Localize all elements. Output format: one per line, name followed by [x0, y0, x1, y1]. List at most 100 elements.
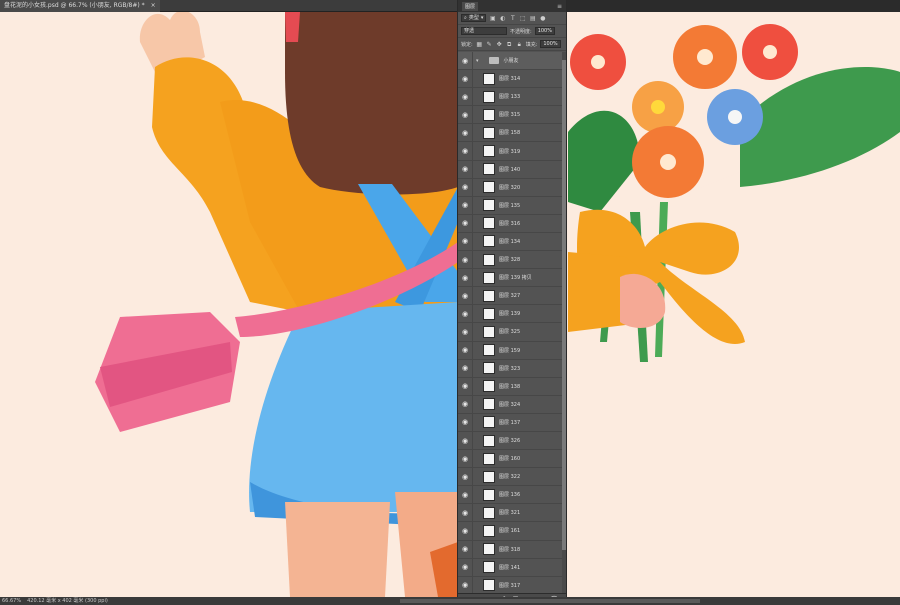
layer-row[interactable]: ◉ 图层 139 拷贝 — [458, 269, 566, 288]
layer-row[interactable]: ◉ 图层 160 — [458, 450, 566, 469]
eye-icon[interactable]: ◉ — [458, 437, 472, 445]
eye-icon[interactable]: ◉ — [458, 581, 472, 589]
layer-thumbnail — [483, 398, 495, 411]
eye-icon[interactable]: ◉ — [458, 256, 472, 264]
illustration — [95, 12, 900, 597]
layer-name: 图层 135 — [499, 202, 521, 209]
eye-icon[interactable]: ◉ — [458, 219, 472, 227]
eye-icon[interactable]: ◉ — [458, 75, 472, 83]
eye-icon[interactable]: ◉ — [458, 491, 472, 499]
filter-smart-icon[interactable]: ▤ — [529, 15, 536, 22]
canvas[interactable] — [0, 12, 900, 597]
layer-row[interactable]: ◉ 图层 137 — [458, 413, 566, 432]
layer-row[interactable]: ◉ 图层 136 — [458, 486, 566, 505]
layer-thumbnail — [483, 271, 495, 284]
eye-icon[interactable]: ◉ — [458, 201, 472, 209]
layer-row[interactable]: ◉ 图层 134 — [458, 232, 566, 252]
layer-row[interactable]: ◉ 图层 135 — [458, 196, 566, 215]
eye-icon[interactable]: ◉ — [458, 93, 472, 101]
eye-icon[interactable]: ◉ — [458, 274, 472, 282]
eye-icon[interactable]: ◉ — [458, 455, 472, 463]
lock-move-icon[interactable]: ✥ — [496, 41, 503, 48]
horizontal-scrollbar[interactable] — [400, 599, 700, 603]
lock-transparency-icon[interactable]: ▦ — [476, 41, 483, 48]
filter-toggle-icon[interactable]: ● — [539, 15, 546, 22]
layer-thumbnail — [483, 452, 495, 465]
eye-icon[interactable]: ◉ — [458, 545, 472, 553]
eye-icon[interactable]: ◉ — [458, 400, 472, 408]
eye-icon[interactable]: ◉ — [458, 165, 472, 173]
layer-row[interactable]: ◉ 图层 314 — [458, 70, 566, 89]
layer-thumbnail — [483, 181, 495, 194]
layer-row[interactable]: ◉ 图层 319 — [458, 142, 566, 161]
eye-icon[interactable]: ◉ — [458, 310, 472, 318]
eye-icon[interactable]: ◉ — [458, 183, 472, 191]
layer-thumbnail — [483, 561, 495, 574]
layer-group-row[interactable]: ◉ ▾ 小朋友 — [458, 52, 566, 71]
eye-icon[interactable]: ◉ — [458, 527, 472, 535]
eye-icon[interactable]: ◉ — [458, 57, 472, 65]
eye-icon[interactable]: ◉ — [458, 346, 472, 354]
layer-row[interactable]: ◉ 图层 328 — [458, 251, 566, 270]
layer-row[interactable]: ◉ 图层 323 — [458, 359, 566, 378]
layer-row[interactable]: ◉ 图层 317 — [458, 576, 566, 593]
layer-row[interactable]: ◉ 图层 161 — [458, 522, 566, 541]
layers-panel-title[interactable]: 图层 — [462, 1, 479, 11]
lock-paint-icon[interactable]: ✎ — [486, 41, 493, 48]
layer-thumbnail — [483, 344, 495, 357]
layer-row[interactable]: ◉ 图层 141 — [458, 558, 566, 577]
layer-thumbnail — [483, 524, 495, 537]
layer-row[interactable]: ◉ 图层 322 — [458, 468, 566, 487]
layer-row[interactable]: ◉ 图层 159 — [458, 341, 566, 360]
eye-icon[interactable]: ◉ — [458, 147, 472, 155]
layer-name: 图层 315 — [499, 112, 521, 119]
layer-row[interactable]: ◉ 图层 316 — [458, 214, 566, 233]
document-tab[interactable]: 盘花泥的小女孩.psd @ 66.7% (小朋友, RGB/8#) * × — [0, 0, 160, 12]
eye-icon[interactable]: ◉ — [458, 129, 472, 137]
opacity-field[interactable]: 100% — [534, 27, 555, 35]
eye-icon[interactable]: ◉ — [458, 382, 472, 390]
eye-icon[interactable]: ◉ — [458, 364, 472, 372]
zoom-readout[interactable]: 66.67% — [2, 597, 21, 605]
layer-row[interactable]: ◉ 图层 139 — [458, 305, 566, 324]
fill-field[interactable]: 100% — [540, 40, 561, 48]
eye-icon[interactable]: ◉ — [458, 328, 472, 336]
layer-name: 图层 134 — [499, 238, 521, 245]
layer-row[interactable]: ◉ 图层 321 — [458, 504, 566, 523]
lock-artboard-icon[interactable]: ⧉ — [506, 41, 513, 48]
layer-row[interactable]: ◉ 图层 318 — [458, 540, 566, 559]
filter-kind-select[interactable]: ⌕ 类型 ▾ — [461, 14, 487, 22]
chevron-down-icon[interactable]: ▾ — [476, 58, 479, 64]
filter-pixel-icon[interactable]: ▣ — [489, 15, 496, 22]
layer-row[interactable]: ◉ 图层 320 — [458, 178, 566, 197]
blend-mode-select[interactable]: 穿透 — [461, 27, 507, 35]
eye-icon[interactable]: ◉ — [458, 509, 472, 517]
layer-row[interactable]: ◉ 图层 133 — [458, 88, 566, 107]
eye-icon[interactable]: ◉ — [458, 237, 472, 245]
layer-row[interactable]: ◉ 图层 158 — [458, 124, 566, 143]
layer-thumbnail — [483, 579, 495, 592]
filter-adjustment-icon[interactable]: ◐ — [499, 15, 506, 22]
eye-icon[interactable]: ◉ — [458, 111, 472, 119]
lock-all-icon[interactable]: 🔒︎ — [516, 41, 523, 48]
layer-row[interactable]: ◉ 图层 315 — [458, 106, 566, 125]
eye-icon[interactable]: ◉ — [458, 292, 472, 300]
panel-menu-icon[interactable]: ≡ — [557, 3, 562, 10]
layer-name: 图层 316 — [499, 220, 521, 227]
layer-row[interactable]: ◉ 图层 325 — [458, 323, 566, 342]
filter-shape-icon[interactable]: ⬚ — [519, 15, 526, 22]
layer-row[interactable]: ◉ 图层 326 — [458, 431, 566, 451]
layer-row[interactable]: ◉ 图层 138 — [458, 377, 566, 396]
filter-type-icon[interactable]: T — [509, 15, 516, 22]
layer-row[interactable]: ◉ 图层 324 — [458, 395, 566, 414]
layer-row[interactable]: ◉ 图层 140 — [458, 160, 566, 179]
eye-icon[interactable]: ◉ — [458, 418, 472, 426]
close-icon[interactable]: × — [151, 0, 156, 12]
layer-thumbnail — [483, 235, 495, 248]
layers-scrollbar-thumb[interactable] — [562, 60, 566, 550]
layer-name: 图层 318 — [499, 546, 521, 553]
folder-icon — [488, 57, 499, 65]
eye-icon[interactable]: ◉ — [458, 563, 472, 571]
eye-icon[interactable]: ◉ — [458, 473, 472, 481]
layer-row[interactable]: ◉ 图层 327 — [458, 287, 566, 306]
